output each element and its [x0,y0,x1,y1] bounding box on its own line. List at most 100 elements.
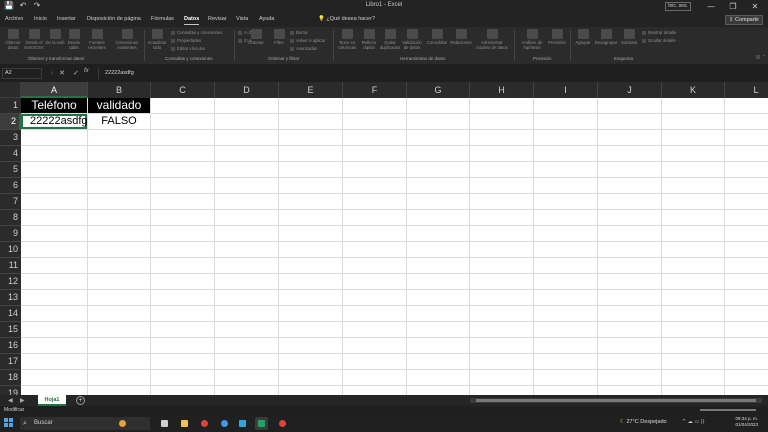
tab-archivo[interactable]: Archivo [5,16,23,22]
consolidate-button[interactable]: Consolidar [425,29,449,45]
taskbar-clock[interactable]: 09:34 p. m. 01/04/2023 [726,416,758,428]
explorer-icon[interactable] [178,417,191,430]
excel-taskbar-icon[interactable] [255,417,268,430]
zoom-slider[interactable] [700,409,756,411]
column-header-i[interactable]: I [534,82,598,98]
taskbar-app-icon[interactable] [116,417,129,430]
column-header-k[interactable]: K [662,82,725,98]
select-all-button[interactable] [0,82,21,98]
windows-start-icon[interactable] [4,418,14,428]
refresh-all-button[interactable]: Actualizar todo [146,29,168,50]
tab-revisar[interactable]: Revisar [208,16,227,22]
row-header-7[interactable]: 7 [0,194,21,210]
edit-links-button[interactable]: Editar vínculos [171,46,205,51]
group-button[interactable]: Agrupar [572,29,594,45]
tab-insertar[interactable]: Insertar [57,16,76,22]
row-header-15[interactable]: 15 [0,322,21,338]
row-header-11[interactable]: 11 [0,258,21,274]
existing-connections-button[interactable]: Conexiones existentes [113,29,141,50]
row-header-4[interactable]: 4 [0,146,21,162]
manage-data-model-button[interactable]: Administrar modelo de datos [474,29,510,50]
column-header-a[interactable]: A [21,82,88,98]
scrollbar-thumb[interactable] [476,399,756,402]
cell-a1[interactable]: Teléfono [21,98,87,113]
properties-button[interactable]: Propiedades [171,38,201,43]
cell-b1[interactable]: validado [88,98,150,113]
edge-icon[interactable] [218,417,231,430]
cell-b2[interactable]: FALSO [88,114,150,129]
weather-widget[interactable]: ☾ 27°C Despejado [620,419,667,425]
flash-fill-button[interactable]: Relleno rápido [358,29,380,50]
reapply-button[interactable]: Volver a aplicar [290,38,325,43]
from-table-button[interactable]: Desde tabla [63,29,85,50]
row-header-2[interactable]: 2 [0,114,21,130]
hide-detail-button[interactable]: Ocultar detalle [642,38,676,43]
column-header-f[interactable]: F [343,82,407,98]
column-header-d[interactable]: D [215,82,279,98]
subtotal-button[interactable]: Subtotal [618,29,640,45]
queries-connections-button[interactable]: Consultas y conexiones [171,30,222,35]
horizontal-scrollbar[interactable] [470,398,762,403]
app-icon[interactable] [276,417,289,430]
row-header-10[interactable]: 10 [0,242,21,258]
chrome-icon[interactable] [198,417,211,430]
vscode-icon[interactable] [236,417,249,430]
row-header-6[interactable]: 6 [0,178,21,194]
taskbar-search-box[interactable]: ⌕ Buscar [20,417,150,430]
relationships-button[interactable]: Relaciones [450,29,472,45]
insert-function-icon[interactable]: fx [84,68,89,74]
task-view-icon[interactable] [158,417,171,430]
row-header-17[interactable]: 17 [0,354,21,370]
restore-icon[interactable]: ❐ [722,0,744,13]
name-box[interactable]: A2 [2,68,42,79]
column-header-g[interactable]: G [407,82,470,98]
row-header-14[interactable]: 14 [0,306,21,322]
row-header-18[interactable]: 18 [0,370,21,386]
close-icon[interactable]: ✕ [744,0,766,13]
column-header-b[interactable]: B [88,82,151,98]
column-header-c[interactable]: C [151,82,215,98]
column-header-j[interactable]: J [598,82,662,98]
column-header-l[interactable]: L [725,82,768,98]
ungroup-button[interactable]: Desagrupar [594,29,618,45]
clear-filter-button[interactable]: Borrar [290,30,308,35]
tab-inicio[interactable]: Inicio [34,16,47,22]
column-header-h[interactable]: H [470,82,534,98]
formula-input[interactable]: 22222asdfg [98,68,766,79]
what-if-button[interactable]: Análisis de hipótesis [518,29,546,50]
sign-in-button[interactable]: Inic. ses. [665,2,691,11]
sheet-tab-hoja1[interactable]: Hoja1 [38,395,66,406]
tab-datos[interactable]: Datos [184,16,200,25]
confirm-entry-icon[interactable]: ✓ [70,68,82,79]
add-sheet-button[interactable]: + [76,396,85,405]
tab-vista[interactable]: Vista [236,16,248,22]
cell-a2[interactable]: 22222asdfg [21,114,88,129]
tab-disposicion[interactable]: Disposición de página [87,16,141,22]
advanced-filter-button[interactable]: Avanzadas [290,46,317,51]
row-header-8[interactable]: 8 [0,210,21,226]
worksheet-grid[interactable]: A B C D E F G H I J K L 1 2 3 4 5 6 7 8 9 10 11 12 13 14 15 16 17 18 1… [0,82,768,395]
system-tray[interactable]: ^ ☁ ▭ )) [682,419,705,425]
row-header-9[interactable]: 9 [0,226,21,242]
get-data-button[interactable]: Obtener datos [2,29,24,50]
share-button[interactable]: ⇪ Compartir [725,15,763,25]
from-text-button[interactable]: Desde el texto/CSV [23,29,45,50]
row-header-13[interactable]: 13 [0,290,21,306]
minimize-icon[interactable]: — [700,0,722,13]
tell-me-search[interactable]: 💡 ¿Qué desea hacer? [318,16,375,22]
row-header-1[interactable]: 1 [0,98,21,114]
next-sheet-icon[interactable]: ▶ [20,395,25,406]
sort-button[interactable]: Ordenar [245,29,267,45]
recent-sources-button[interactable]: Fuentes recientes [86,29,108,50]
row-header-16[interactable]: 16 [0,338,21,354]
cancel-entry-icon[interactable]: ✕ [56,68,68,79]
text-to-columns-button[interactable]: Texto en columnas [336,29,358,50]
tab-ayuda[interactable]: Ayuda [259,16,275,22]
show-detail-button[interactable]: Mostrar detalle [642,30,676,35]
column-header-e[interactable]: E [279,82,343,98]
tab-formulas[interactable]: Fórmulas [151,16,174,22]
collapse-ribbon-icon[interactable]: ⌃ [756,54,766,60]
row-header-3[interactable]: 3 [0,130,21,146]
data-validation-button[interactable]: Validación de datos [401,29,423,50]
row-header-5[interactable]: 5 [0,162,21,178]
